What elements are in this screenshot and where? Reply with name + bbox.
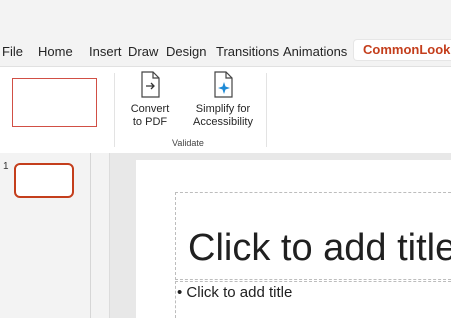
slide-thumbnail-pane: 1 [0,153,110,318]
convert-label-line2: to PDF [132,116,168,128]
title-bar [0,0,451,38]
body-placeholder-text[interactable]: • Click to add title [177,284,292,301]
convert-label-line1: Convert [130,103,170,115]
pane-divider[interactable] [90,153,91,318]
tab-file[interactable]: File [2,44,23,60]
tab-transitions[interactable]: Transitions [216,44,279,60]
tab-draw[interactable]: Draw [128,44,158,60]
simplify-label-line1: Simplify for [195,103,251,115]
ribbon-separator [114,73,115,147]
tab-animations[interactable]: Animations [283,44,347,60]
convert-to-pdf-button[interactable]: Convert to PDF [127,71,173,129]
tab-commonlook[interactable]: CommonLook [354,40,451,60]
tab-design[interactable]: Design [166,44,206,60]
simplify-for-accessibility-button[interactable]: Simplify for Accessibility [187,71,259,129]
ribbon-separator [266,73,267,147]
tab-insert[interactable]: Insert [89,44,122,60]
slide-number: 1 [3,161,9,172]
highlight-box [12,78,97,127]
convert-document-icon [139,71,161,99]
title-placeholder-text[interactable]: Click to add title [188,225,451,271]
sparkle-document-icon [212,71,234,99]
ribbon-tab-bar: File Home Insert Draw Design Transitions… [0,38,451,66]
simplify-label-line2: Accessibility [193,116,253,128]
ribbon: Convert to PDF Simplify for Accessibilit… [0,66,451,154]
tab-home[interactable]: Home [38,44,73,60]
validate-group-label: Validate [172,138,204,148]
slide-thumbnail[interactable] [14,163,74,198]
